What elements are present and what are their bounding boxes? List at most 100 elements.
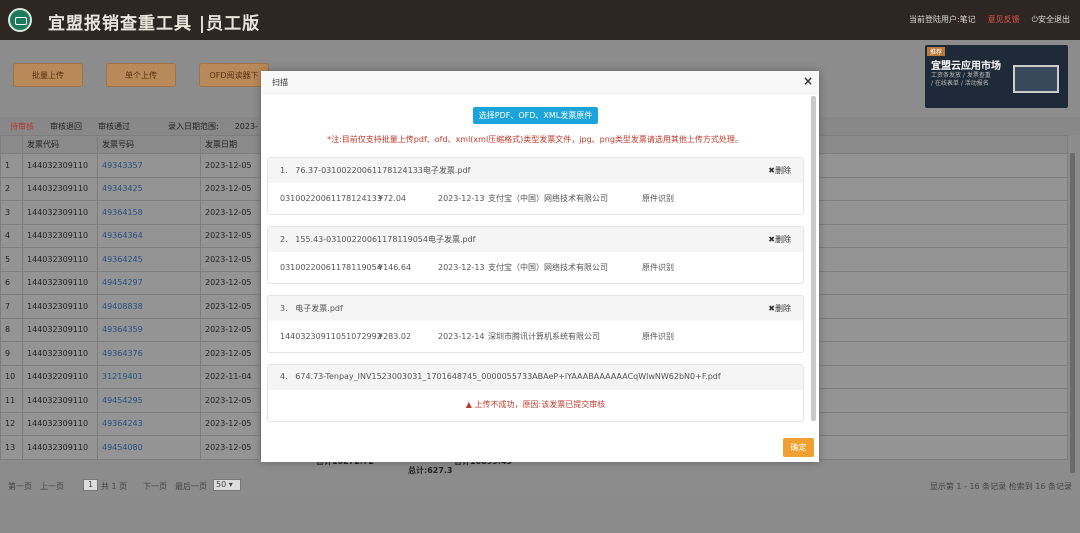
row-index: 10 <box>0 364 23 389</box>
page-input[interactable]: 1 <box>83 479 98 491</box>
warning-icon: ▲ <box>465 400 472 409</box>
first-page-link[interactable]: 第一页 <box>8 481 32 492</box>
invoice-number[interactable]: 49408838 <box>97 294 201 319</box>
upload-item-filename: 3. 电子发票.pdf <box>280 303 343 314</box>
app-logo-icon <box>8 8 32 32</box>
row-index: 5 <box>0 247 23 272</box>
invoice-number[interactable]: 31219401 <box>97 364 201 389</box>
next-page-link[interactable]: 下一页 <box>143 481 167 492</box>
detail-amount: ¥283.02 <box>378 332 412 341</box>
batch-upload-button[interactable]: 批量上传 <box>13 63 83 87</box>
upload-item-filename: 4. 674.73-Tenpay_INV1523003031_170164874… <box>280 372 721 381</box>
detail-date: 2023-12-13 <box>438 194 485 203</box>
user-area: 当前登陆用户:笔记 意见反馈 ⏻安全退出 <box>909 14 1070 25</box>
item-filename: 674.73-Tenpay_INV1523003031_1701648745_0… <box>295 372 721 381</box>
upload-item-filename: 1. 76.37-03100220061178124133电子发票.pdf <box>280 165 470 176</box>
invoice-number[interactable]: 49364359 <box>97 317 201 342</box>
invoice-date: 2023-12-05 <box>200 388 261 413</box>
feedback-link[interactable]: 意见反馈 <box>988 14 1020 25</box>
app-market-banner[interactable]: 推荐 宜盟云应用市场 工资条发放 / 发票查重 / 在线表单 / 活动报名 <box>925 45 1068 108</box>
item-filename: 155.43-03100220061178119054电子发票.pdf <box>295 235 476 244</box>
upload-item-filename: 2. 155.43-03100220061178119054电子发票.pdf <box>280 234 475 245</box>
close-icon[interactable]: × <box>803 74 813 88</box>
prev-page-link[interactable]: 上一页 <box>40 481 64 492</box>
upload-item-header: 4. 674.73-Tenpay_INV1523003031_170164874… <box>268 365 803 390</box>
last-page-link[interactable]: 最后一页 <box>175 481 207 492</box>
invoice-code: 144032309110 <box>22 223 98 248</box>
modal-header: 扫描 × <box>261 71 819 94</box>
invoice-details: 03100220061178124133¥72.04 2023-12-13 支付宝（… <box>280 193 674 204</box>
select-files-button[interactable]: 选择PDF、OFD、XML发票原件 <box>473 107 598 124</box>
ad-tag: 推荐 <box>927 47 946 56</box>
invoice-number[interactable]: 49454295 <box>97 388 201 413</box>
invoice-date: 2023-12-05 <box>200 247 261 272</box>
ofd-reader-button[interactable]: OFD阅读器下 <box>199 63 269 87</box>
upload-item: 4. 674.73-Tenpay_INV1523003031_170164874… <box>267 364 804 422</box>
single-upload-button[interactable]: 单个上传 <box>106 63 176 87</box>
upload-item: 3. 电子发票.pdf ✖删除 14403230911051072992¥283.0… <box>267 295 804 353</box>
invoice-date: 2023-12-05 <box>200 341 261 366</box>
page-size-select[interactable]: 50 ▾ <box>213 479 241 491</box>
invoice-number[interactable]: 49364364 <box>97 223 201 248</box>
row-index: 6 <box>0 270 23 295</box>
invoice-details: 03100220061178119054¥146.64 2023-12-13 支付宝… <box>280 262 674 273</box>
detail-code: 03100220061178119054 <box>280 263 382 272</box>
confirm-button[interactable]: 确定 <box>783 438 814 457</box>
invoice-number[interactable]: 49364376 <box>97 341 201 366</box>
detail-amount: ¥72.04 <box>378 194 406 203</box>
record-summary: 显示第 1 - 16 条记录 检索到 16 条记录 <box>929 482 1072 491</box>
tab-passed[interactable]: 审核通过 <box>98 121 130 132</box>
invoice-date: 2023-12-05 <box>200 176 261 201</box>
invoice-date: 2022-11-04 <box>200 364 261 389</box>
upload-note: *注:目前仅支持批量上传pdf、ofd、xml(xml压缩格式)类型发票文件，j… <box>327 135 743 144</box>
error-text: 上传不成功，原因:该发票已提交审核 <box>474 400 606 409</box>
ad-desc-1: 工资条发放 / 发票查重 <box>931 72 991 79</box>
upload-item-header: 1. 76.37-03100220061178124133电子发票.pdf ✖删除 <box>268 158 803 183</box>
delete-icon: ✖ <box>768 235 775 244</box>
invoice-code: 144032309110 <box>22 411 98 436</box>
ad-desc: 工资条发放 / 发票查重 / 在线表单 / 活动报名 <box>931 72 991 88</box>
invoice-code: 144032309110 <box>22 341 98 366</box>
upload-item-header: 3. 电子发票.pdf ✖删除 <box>268 296 803 321</box>
invoice-number[interactable]: 49343357 <box>97 153 201 178</box>
invoice-number[interactable]: 49364243 <box>97 411 201 436</box>
total-count: 总计:627.3 <box>408 466 453 475</box>
tab-pending[interactable]: 待审核 <box>10 121 34 132</box>
invoice-number[interactable]: 49364245 <box>97 247 201 272</box>
logout-link[interactable]: ⏻安全退出 <box>1032 14 1070 25</box>
modal-scrollbar[interactable] <box>811 96 816 421</box>
invoice-number[interactable]: 49343425 <box>97 176 201 201</box>
detail-seller: 支付宝（中国）网络技术有限公司 <box>488 263 608 272</box>
chevron-down-icon: ▾ <box>228 480 233 489</box>
date-range-label: 录入日期范围: <box>168 121 219 131</box>
col-invoice-date: 发票日期 <box>200 135 261 154</box>
date-range-input[interactable]: 2023- <box>235 122 258 131</box>
row-index: 8 <box>0 317 23 342</box>
logout-label: 安全退出 <box>1038 15 1070 24</box>
page-scrollbar[interactable] <box>1070 153 1075 473</box>
delete-button[interactable]: ✖删除 <box>768 165 791 176</box>
pagination: 第一页 上一页 1 共 1 页 下一页 最后一页 50 ▾ 显示第 1 - 16… <box>0 476 1080 496</box>
invoice-number[interactable]: 49454080 <box>97 435 201 460</box>
row-index: 7 <box>0 294 23 319</box>
col-invoice-number: 发票号码 <box>97 135 201 154</box>
tab-returned[interactable]: 审核退回 <box>50 121 82 132</box>
modal-body: 选择PDF、OFD、XML发票原件 *注:目前仅支持批量上传pdf、ofd、xm… <box>261 94 809 433</box>
invoice-number[interactable]: 49454297 <box>97 270 201 295</box>
delete-button[interactable]: ✖删除 <box>768 303 791 314</box>
delete-icon: ✖ <box>768 166 775 175</box>
invoice-code: 144032209110 <box>22 364 98 389</box>
detail-amount: ¥146.64 <box>378 263 412 272</box>
detail-status: 原件识别 <box>642 194 674 203</box>
invoice-date: 2023-12-05 <box>200 435 261 460</box>
invoice-date: 2023-12-05 <box>200 153 261 178</box>
delete-icon: ✖ <box>768 304 775 313</box>
delete-label: 删除 <box>775 166 791 175</box>
invoice-number[interactable]: 49364158 <box>97 200 201 225</box>
ad-desc-2: / 在线表单 / 活动报名 <box>931 80 989 87</box>
invoice-details: 14403230911051072992¥283.02 2023-12-14 深圳市… <box>280 331 674 342</box>
invoice-date: 2023-12-05 <box>200 411 261 436</box>
invoice-code: 144032309110 <box>22 153 98 178</box>
invoice-code: 144032309110 <box>22 247 98 272</box>
delete-button[interactable]: ✖删除 <box>768 234 791 245</box>
